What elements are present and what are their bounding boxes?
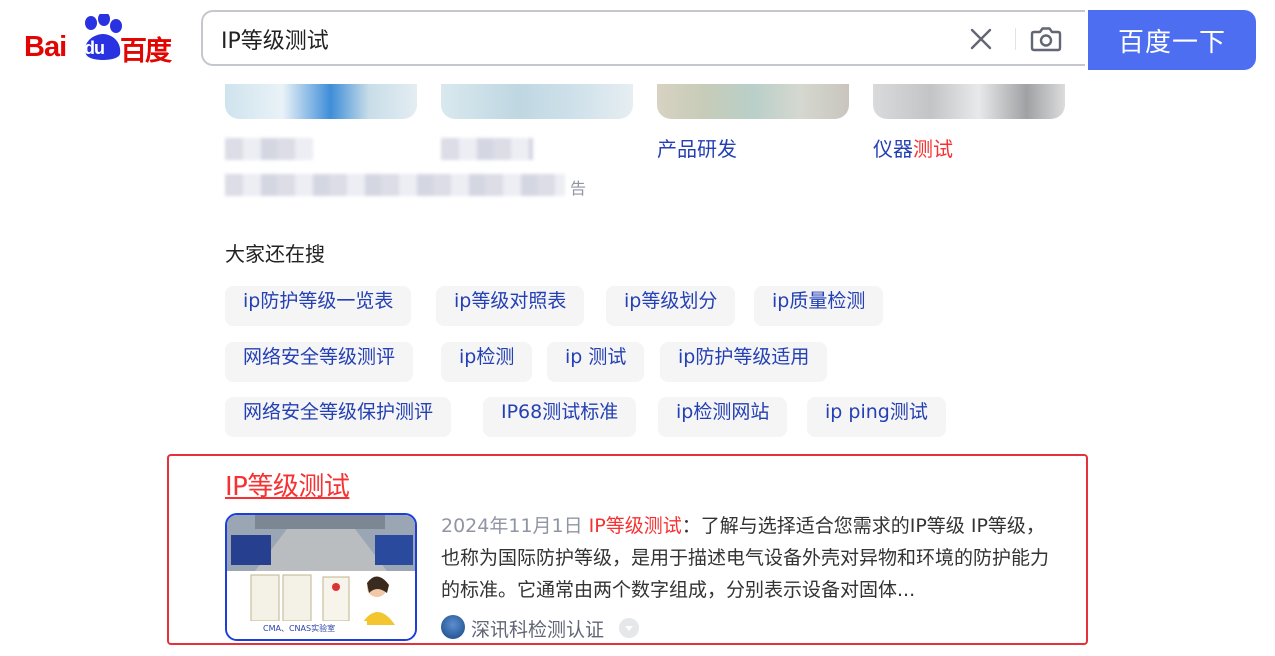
related-search-item[interactable]: ip 测试 — [547, 342, 645, 382]
result-snippet-line-2: 也称为国际防护等级，是用于描述电气设备外壳对异物和环境的防护能力 — [441, 547, 1050, 569]
blurred-label-1 — [225, 138, 313, 160]
image-card-4[interactable] — [873, 84, 1065, 119]
result-snippet-line-3: 的标准。它通常由两个数字组成，分别表示设备对固体... — [441, 579, 916, 601]
related-search-item[interactable]: ip等级划分 — [606, 286, 736, 326]
camera-icon[interactable] — [1029, 23, 1063, 55]
result-snippet-line-1: ：了解与选择适合您需求的IP等级 IP等级， — [681, 515, 1045, 537]
search-box — [201, 10, 1085, 66]
search-button[interactable]: 百度一下 — [1088, 10, 1256, 70]
result-highlight: IP等级测试 — [588, 515, 682, 537]
baidu-logo[interactable]: Bai du 百度 — [22, 14, 182, 67]
image-card-3[interactable] — [657, 84, 849, 119]
source-name[interactable]: 深讯科检测认证 — [471, 615, 604, 642]
chevron-down-icon[interactable] — [619, 618, 639, 638]
blurred-label-2 — [441, 138, 533, 160]
related-searches-title: 大家还在搜 — [225, 242, 325, 266]
image-card-2[interactable] — [441, 84, 633, 119]
related-search-item[interactable]: ip防护等级一览表 — [225, 286, 412, 326]
logo-chinese-text: 百度 — [120, 36, 172, 67]
related-search-item[interactable]: IP68测试标准 — [483, 397, 637, 437]
result-date: 2024年11月1日 — [441, 515, 583, 537]
related-search-item[interactable]: 网络安全等级保护测评 — [225, 397, 452, 437]
related-search-item[interactable]: ip防护等级适用 — [660, 342, 828, 382]
result-abstract: 2024年11月1日 IP等级测试：了解与选择适合您需求的IP等级 IP等级， … — [441, 510, 1071, 606]
related-search-item[interactable]: ip检测网站 — [658, 397, 788, 437]
logo-bai-text: Bai — [24, 31, 67, 63]
close-icon[interactable] — [967, 25, 995, 53]
related-search-item[interactable]: ip等级对照表 — [436, 286, 585, 326]
thumb-caption: CMA、CNAS实验室 — [263, 623, 335, 633]
search-input[interactable] — [221, 22, 941, 56]
related-search-item[interactable]: ip检测 — [441, 342, 533, 382]
result-thumbnail[interactable]: CMA、CNAS实验室 — [225, 513, 417, 641]
lab-image: CMA、CNAS实验室 — [227, 515, 415, 639]
image-card-label-4[interactable]: 仪器测试 — [873, 133, 953, 162]
related-search-item[interactable]: ip ping测试 — [807, 397, 946, 437]
ad-mark: 告 — [570, 179, 587, 198]
result-title-link[interactable]: IP等级测试 — [225, 466, 350, 503]
header: Bai du 百度 百度一下 — [0, 0, 1275, 84]
blurred-ad-text — [225, 174, 565, 196]
image-card-label-3[interactable]: 产品研发 — [657, 133, 737, 162]
related-search-item[interactable]: ip质量检测 — [754, 286, 884, 326]
related-search-item[interactable]: 网络安全等级测评 — [225, 342, 414, 382]
divider — [1015, 28, 1016, 50]
logo-du-text: du — [84, 38, 105, 58]
source-logo-icon — [441, 615, 465, 639]
image-card-1[interactable] — [225, 84, 417, 119]
